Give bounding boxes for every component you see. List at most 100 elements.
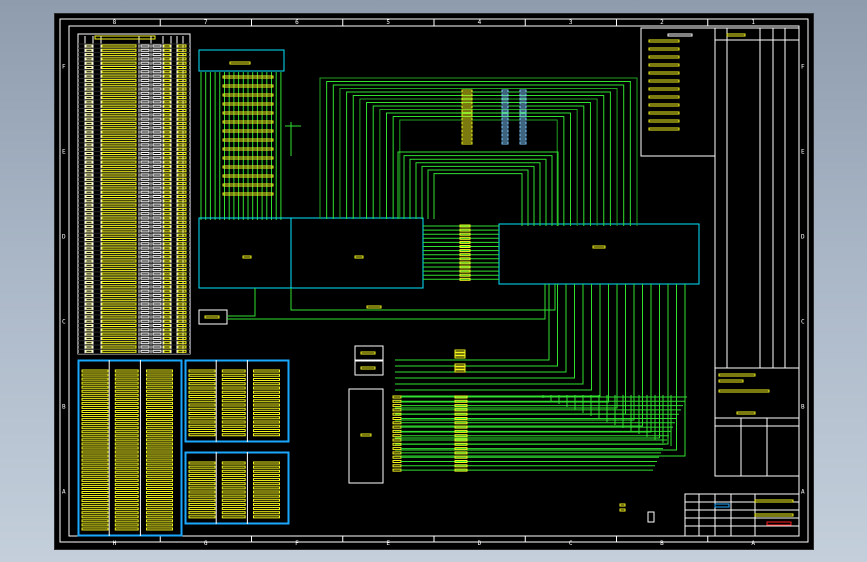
table-cell xyxy=(85,216,93,220)
table-cell xyxy=(140,121,150,125)
blue-table-cell xyxy=(145,458,173,462)
table-cell xyxy=(85,57,93,61)
ground-symbol xyxy=(647,511,655,523)
table-cell xyxy=(101,177,137,181)
table-cell xyxy=(85,242,93,246)
table-cell xyxy=(101,147,137,151)
table-cell xyxy=(163,186,171,190)
right-module xyxy=(498,223,700,285)
cad-viewport[interactable]: 8 H 7 G 6 F 5 E 4 D 3 C 2 B 1 A F F E E D D C C B B A A xyxy=(55,14,813,549)
table-cell xyxy=(163,319,171,323)
table-cell xyxy=(140,212,150,216)
table-cell xyxy=(177,78,187,82)
blue-table-cell xyxy=(188,490,216,494)
frame-marker-left: D xyxy=(62,234,66,241)
blue-table-cell xyxy=(145,519,173,523)
table-cell xyxy=(85,61,93,65)
table-cell xyxy=(177,126,187,130)
table-cell xyxy=(85,293,93,297)
notes-line xyxy=(648,111,680,115)
blue-table-cell xyxy=(145,422,173,426)
loop-label xyxy=(519,117,527,121)
table-cell xyxy=(101,139,137,143)
loop-label xyxy=(519,137,527,141)
blue-table-cell xyxy=(81,499,109,503)
table-cell xyxy=(85,121,93,125)
table-cell xyxy=(101,83,137,87)
table-cell xyxy=(152,139,162,143)
table-cell xyxy=(140,70,150,74)
table-cell xyxy=(140,130,150,134)
table-cell xyxy=(177,70,187,74)
table-cell xyxy=(85,263,93,267)
table-cell xyxy=(163,332,171,336)
table-cell xyxy=(177,225,187,229)
fan-wire xyxy=(395,284,592,391)
table-cell xyxy=(140,238,150,241)
table-cell xyxy=(152,319,162,323)
blue-table-cell xyxy=(252,502,280,506)
notes-line xyxy=(648,71,680,75)
module-label xyxy=(592,245,606,249)
table-cell xyxy=(140,66,150,69)
blue-table-cell xyxy=(221,502,246,506)
table-cell xyxy=(163,113,171,117)
table-cell xyxy=(140,319,150,323)
table-cell xyxy=(140,87,150,91)
table-cell xyxy=(177,345,187,349)
table-cell xyxy=(85,53,93,57)
table-cell xyxy=(152,207,162,211)
frame-marker-left: A xyxy=(62,489,66,496)
table-cell xyxy=(152,48,162,52)
table-cell xyxy=(152,195,162,198)
table-cell xyxy=(101,302,137,306)
table-cell xyxy=(101,66,137,69)
table-cell xyxy=(177,66,187,69)
blue-table-cell xyxy=(252,399,280,403)
table-cell xyxy=(163,182,171,186)
blue-table-cell xyxy=(252,386,280,390)
table-cell xyxy=(140,276,150,280)
loop-label xyxy=(519,129,527,133)
blue-table-cell xyxy=(252,465,280,469)
loop-label xyxy=(501,133,509,137)
table-cell xyxy=(152,315,162,319)
blue-table-cell xyxy=(252,412,280,415)
table-cell xyxy=(163,311,171,315)
table-cell xyxy=(177,315,187,319)
blue-table-cell xyxy=(81,373,109,377)
small-box-2 xyxy=(354,345,384,361)
table-cell xyxy=(85,229,93,233)
table-cell xyxy=(85,324,93,327)
frame-marker-top: 6 xyxy=(295,19,299,26)
table-cell xyxy=(101,134,137,138)
table-cell xyxy=(177,152,187,155)
table-cell xyxy=(85,220,93,224)
table-cell xyxy=(163,315,171,319)
blue-table-cell xyxy=(114,454,139,458)
blue-table-cell xyxy=(252,369,280,373)
table-cell xyxy=(140,246,150,250)
fan-label xyxy=(454,355,466,359)
table-cell xyxy=(152,190,162,194)
table-cell xyxy=(177,311,187,315)
blue-table-cell xyxy=(188,461,216,465)
loop-label xyxy=(501,121,509,125)
table-cell xyxy=(85,345,93,349)
table-cell xyxy=(177,233,187,237)
notes-line xyxy=(648,79,680,83)
blue-table-cell xyxy=(221,399,246,403)
table-cell xyxy=(140,100,150,104)
table-cell xyxy=(163,255,171,259)
table-cell xyxy=(85,156,93,160)
blue-table-cell xyxy=(188,511,216,515)
frame-marker-bottom: C xyxy=(569,540,573,547)
table-cell xyxy=(152,104,162,108)
inner-loop-wire xyxy=(415,162,541,226)
table-cell xyxy=(163,302,171,306)
table-cell xyxy=(163,48,171,52)
title-block-text xyxy=(754,513,794,517)
table-cell xyxy=(152,293,162,297)
table-cell xyxy=(140,190,150,194)
table-cell xyxy=(152,130,162,134)
